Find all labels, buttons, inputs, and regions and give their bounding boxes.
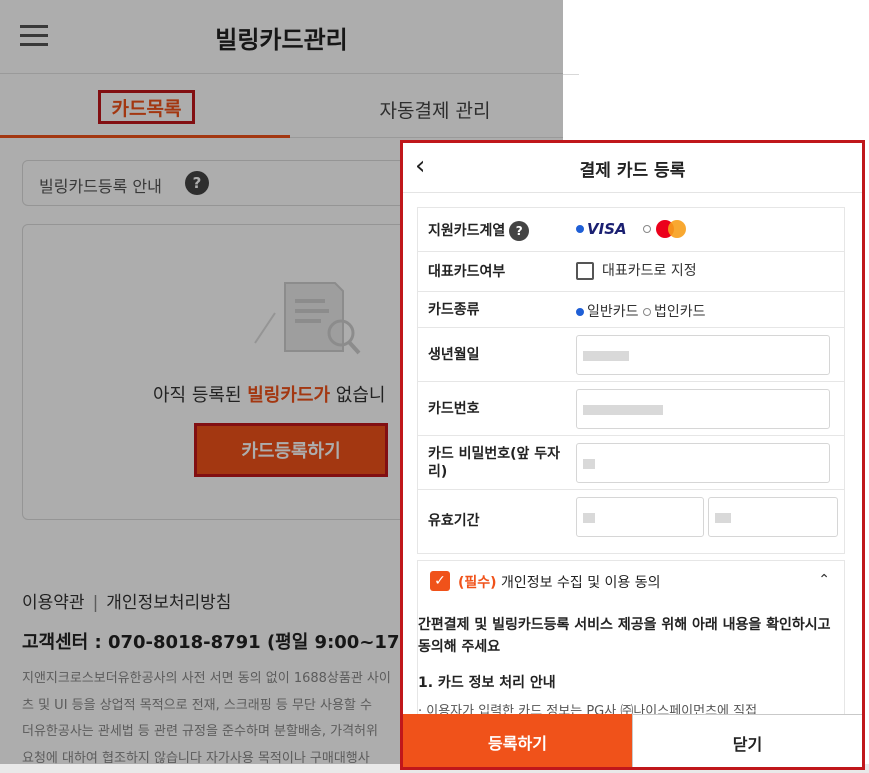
row-birth: 생년월일: [418, 328, 844, 382]
expiry-year-input[interactable]: [708, 497, 838, 537]
divider: [563, 74, 579, 75]
modal-buttons: 등록하기 닫기: [403, 714, 862, 767]
birth-label: 생년월일: [428, 347, 480, 363]
card-number-input[interactable]: [576, 389, 830, 429]
help-icon[interactable]: ?: [509, 221, 530, 241]
expiry-label: 유효기간: [428, 513, 480, 529]
card-form: 지원카드계열? VISA 대표카드여부 대표카드로 지정 카드종류 일반카드 법…: [417, 207, 845, 554]
row-representative: 대표카드여부 대표카드로 지정: [418, 252, 844, 292]
type-options: 일반카드 법인카드: [576, 301, 706, 321]
visa-radio[interactable]: [576, 225, 584, 233]
rep-checkbox[interactable]: [576, 262, 594, 280]
rep-label: 대표카드여부: [428, 264, 506, 280]
consent-intro: 간편결제 및 빌링카드등록 서비스 제공을 위해 아래 내용을 확인하시고 동의…: [418, 617, 831, 655]
expiry-month-input[interactable]: [576, 497, 704, 537]
corporate-radio[interactable]: [642, 308, 651, 316]
brand-options: VISA: [576, 220, 690, 238]
row-expiry: 유효기간: [418, 490, 844, 553]
rep-option[interactable]: 대표카드로 지정: [576, 260, 697, 280]
terms-section-title: 1. 카드 정보 처리 안내: [418, 675, 556, 691]
register-button[interactable]: 등록하기: [403, 714, 632, 767]
check-icon[interactable]: ✓: [430, 571, 450, 591]
visa-logo: VISA: [587, 220, 627, 238]
brand-label: 지원카드계열?: [428, 221, 530, 241]
modal-header: ‹ 결제 카드 등록: [403, 143, 862, 193]
birth-input[interactable]: [576, 335, 830, 375]
pw-label: 카드 비밀번호(앞 두자리): [428, 446, 561, 480]
card-password-input[interactable]: [576, 443, 830, 483]
close-button[interactable]: 닫기: [632, 714, 862, 767]
row-card-password: 카드 비밀번호(앞 두자리): [418, 436, 844, 490]
number-label: 카드번호: [428, 401, 480, 417]
mastercard-logo: [654, 220, 690, 238]
consent-details: 간편결제 및 빌링카드등록 서비스 제공을 위해 아래 내용을 확인하시고 동의…: [417, 602, 845, 722]
row-card-brand: 지원카드계열? VISA: [418, 208, 844, 252]
consent-header[interactable]: ✓ (필수) 개인정보 수집 및 이용 동의 ⌃: [417, 560, 845, 602]
row-card-number: 카드번호: [418, 382, 844, 436]
consent-label: (필수) 개인정보 수집 및 이용 동의: [458, 575, 661, 591]
type-label: 카드종류: [428, 302, 480, 318]
card-registration-modal: ‹ 결제 카드 등록 지원카드계열? VISA 대표카드여부 대표카드로 지정 …: [400, 140, 865, 770]
chevron-up-icon[interactable]: ⌃: [818, 572, 830, 588]
modal-title: 결제 카드 등록: [579, 161, 686, 181]
mastercard-radio[interactable]: [643, 225, 652, 233]
personal-radio[interactable]: [576, 308, 584, 316]
row-card-type: 카드종류 일반카드 법인카드: [418, 292, 844, 328]
